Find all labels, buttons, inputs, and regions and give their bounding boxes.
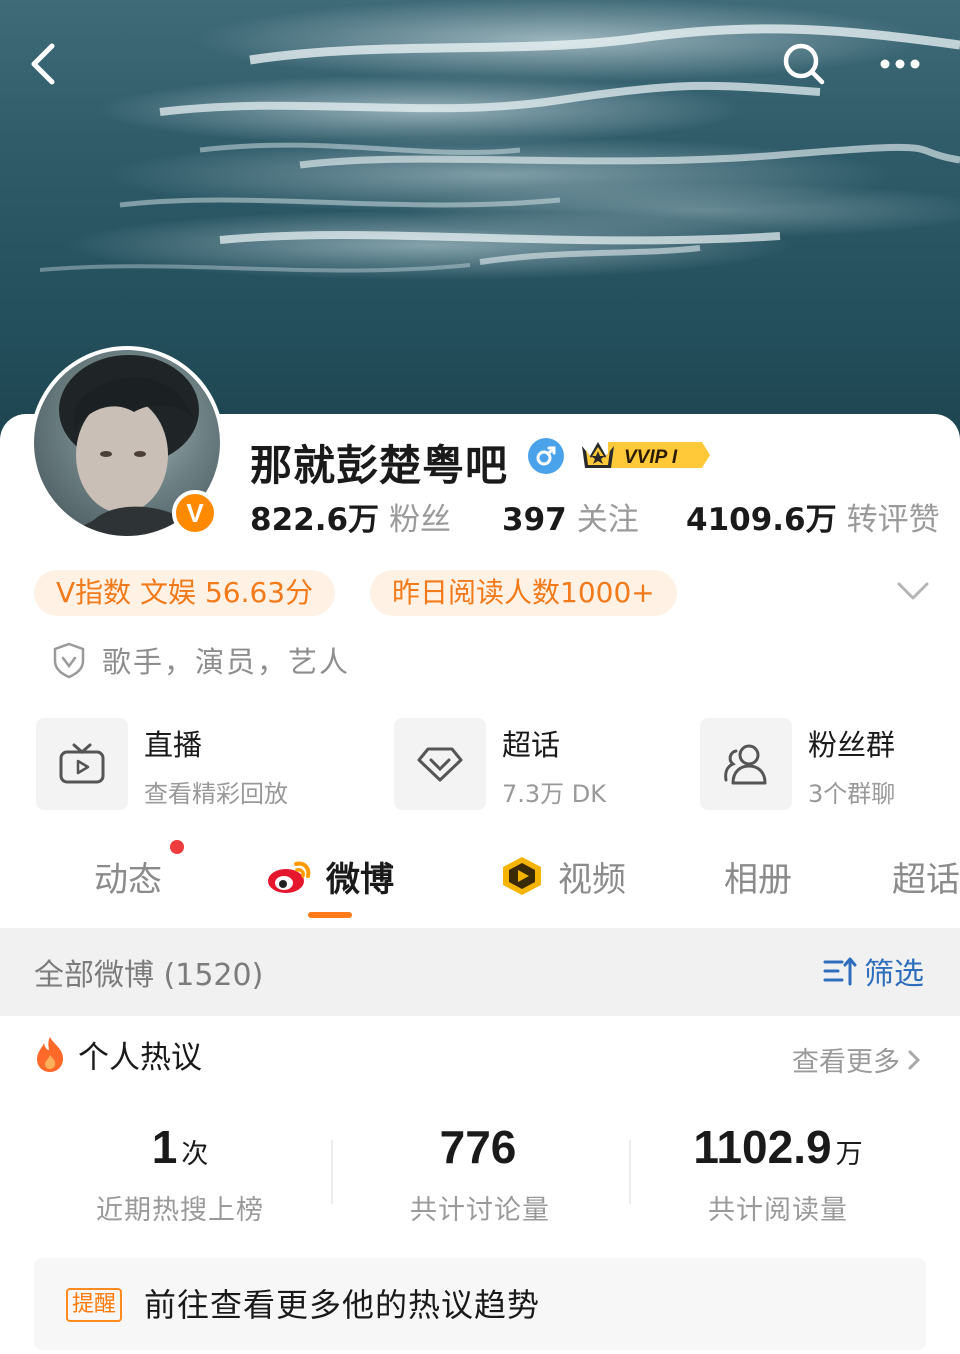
hot-discussion-title: 个人热议 xyxy=(78,1039,202,1076)
metric-reads-value: 1102.9 xyxy=(693,1121,832,1173)
reminder-text: 前往查看更多他的热议趋势 xyxy=(144,1286,541,1324)
verified-badge: V xyxy=(172,490,218,536)
metric-hot-search-value: 1 xyxy=(151,1121,178,1173)
likes-stat[interactable]: 4109.6万 转评赞 xyxy=(686,494,940,539)
search-icon xyxy=(783,43,825,85)
reader-count-tag[interactable]: 昨日阅读人数1000+ xyxy=(370,570,677,616)
weibo-filter-bar: 全部微博 (1520) 筛选 xyxy=(0,928,960,1016)
view-more-link[interactable]: 查看更多 xyxy=(792,1040,924,1079)
metric-discussion-value: 776 xyxy=(439,1121,517,1173)
group-icon xyxy=(700,718,792,810)
certification-line: 歌手，演员，艺人 xyxy=(52,640,350,680)
metric-hot-search[interactable]: 1次 近期热搜上榜 xyxy=(30,1120,330,1227)
followers-count: 822.6万 xyxy=(250,502,380,538)
fire-icon xyxy=(37,1037,64,1072)
following-stat[interactable]: 397 关注 xyxy=(502,494,639,539)
tab-feed[interactable]: 动态 xyxy=(94,846,162,906)
following-count: 397 xyxy=(502,502,567,538)
super-topic-entry[interactable]: 超话 7.3万 DK xyxy=(394,718,674,810)
vvip-badge[interactable]: VVIP I xyxy=(578,436,710,474)
unread-dot xyxy=(170,840,184,854)
super-topic-title: 超话 xyxy=(502,728,561,762)
metric-reads-unit: 万 xyxy=(835,1139,863,1170)
hot-discussion-header: 个人热议 xyxy=(34,1034,202,1076)
tab-album[interactable]: 相册 xyxy=(724,846,792,906)
super-topic-subtitle: 7.3万 DK xyxy=(502,780,607,808)
followers-label: 粉丝 xyxy=(389,502,452,538)
active-tab-indicator xyxy=(308,912,352,918)
filter-label: 筛选 xyxy=(864,957,924,992)
more-button[interactable] xyxy=(872,36,928,92)
v-index-tag[interactable]: V指数 文娱 56.63分 xyxy=(34,570,336,616)
metric-hot-search-label: 近期热搜上榜 xyxy=(96,1195,264,1226)
tab-weibo-label: 微博 xyxy=(326,859,394,900)
chevron-down-icon[interactable] xyxy=(896,580,930,604)
metric-discussion[interactable]: 776 共计讨论量 xyxy=(330,1120,630,1227)
more-dots-icon xyxy=(880,59,920,69)
all-weibo-count: 全部微博 (1520) xyxy=(34,958,264,993)
live-subtitle: 查看精彩回放 xyxy=(144,780,288,808)
tab-video-label: 视频 xyxy=(558,859,626,900)
metric-reads[interactable]: 1102.9 万 共计阅读量 xyxy=(628,1120,928,1227)
vvip-label: VVIP I xyxy=(624,447,678,468)
certification-text: 歌手，演员，艺人 xyxy=(102,645,351,679)
diamond-icon xyxy=(394,718,486,810)
search-button[interactable] xyxy=(776,36,832,92)
fan-group-entry[interactable]: 粉丝群 3个群聊 xyxy=(700,718,940,810)
profile-name: 那就彭楚粤吧 xyxy=(250,441,509,490)
following-label: 关注 xyxy=(576,502,639,538)
live-entry[interactable]: 直播 查看精彩回放 xyxy=(36,718,336,810)
back-arrow-icon xyxy=(31,43,55,85)
metric-hot-search-unit: 次 xyxy=(181,1139,209,1170)
trend-reminder[interactable]: 提醒 前往查看更多他的热议趋势 xyxy=(34,1258,926,1350)
metric-discussion-label: 共计讨论量 xyxy=(410,1195,550,1226)
metric-reads-label: 共计阅读量 xyxy=(708,1195,848,1226)
tab-super-topic[interactable]: 超话 xyxy=(892,846,960,906)
tv-icon xyxy=(36,718,128,810)
followers-stat[interactable]: 822.6万 粉丝 xyxy=(250,494,451,539)
filter-icon xyxy=(823,957,857,986)
back-button[interactable] xyxy=(16,36,72,92)
view-more-label: 查看更多 xyxy=(792,1047,900,1078)
reminder-badge: 提醒 xyxy=(66,1288,123,1322)
likes-count: 4109.6万 xyxy=(686,502,837,538)
filter-button[interactable]: 筛选 xyxy=(822,948,924,994)
tab-bar: 动态 微博 视频 相册 超话 xyxy=(0,846,960,906)
tab-weibo[interactable]: 微博 xyxy=(266,846,394,906)
shield-icon xyxy=(53,642,85,679)
chevron-right-icon xyxy=(908,1050,921,1069)
likes-label: 转评赞 xyxy=(846,502,940,538)
fan-group-title: 粉丝群 xyxy=(808,728,896,762)
weibo-logo-icon xyxy=(268,861,311,893)
video-icon xyxy=(503,857,541,895)
fan-group-subtitle: 3个群聊 xyxy=(808,780,896,808)
tab-video[interactable]: 视频 xyxy=(498,846,626,906)
live-title: 直播 xyxy=(144,728,203,762)
male-gender-icon xyxy=(528,438,564,474)
